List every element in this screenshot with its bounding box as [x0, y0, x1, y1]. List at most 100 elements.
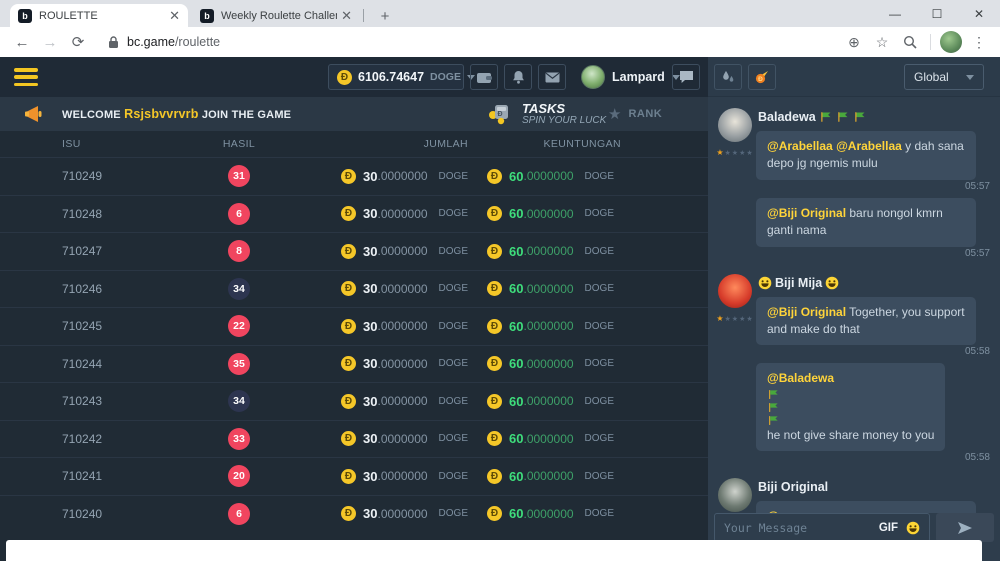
chat-username[interactable]: Biji Original: [758, 480, 992, 494]
bet-amount: Ð30.0000000DOGE: [268, 506, 476, 521]
chevron-down-icon: [966, 75, 974, 80]
chat-bubble-icon: [679, 70, 694, 84]
tab-weekly-challenge[interactable]: b Weekly Roulette Challenge - Win ✕: [192, 4, 360, 27]
browser-profile-avatar[interactable]: [940, 31, 962, 53]
laugh-emoji-icon: [825, 276, 839, 290]
chat-username[interactable]: Biji Mija: [758, 276, 992, 290]
table-row: 7102486Ð30.0000000DOGEÐ60.0000000DOGE: [0, 195, 708, 233]
extension-icon[interactable]: ⊕: [843, 31, 865, 53]
chat-sidebar: Ð Global ★★★★★ Baladewa @Arabellaa @Arabel…: [708, 57, 1000, 561]
tab-close-icon[interactable]: ✕: [169, 8, 180, 24]
table-row: 71024634Ð30.0000000DOGEÐ60.0000000DOGE: [0, 270, 708, 308]
back-icon[interactable]: ←: [10, 30, 34, 54]
chat-channel-value: Global: [914, 70, 949, 84]
doge-coin-icon: Ð: [487, 244, 502, 259]
chat-message-list[interactable]: ★★★★★Baladewa@Arabellaa @Arabellaa y dah…: [708, 98, 1000, 513]
user-menu[interactable]: Lampard: [581, 64, 680, 90]
chat-message: @Baladewa he not give share money to you: [756, 363, 945, 451]
column-header-keuntungan: KEUNTUNGAN: [476, 138, 644, 150]
doge-coin-icon: Ð: [487, 506, 502, 521]
send-message-button[interactable]: [936, 513, 994, 542]
bet-amount: Ð30.0000000DOGE: [268, 469, 476, 484]
round-id: 710249: [62, 169, 210, 183]
bet-amount: Ð30.0000000DOGE: [268, 169, 476, 184]
doge-coin-icon: Ð: [487, 394, 502, 409]
hamburger-menu-icon[interactable]: [14, 68, 38, 86]
main-column: Ð 6106.74647 DOGE Lampard: [0, 57, 708, 561]
round-id: 710245: [62, 319, 210, 333]
chat-toggle-button[interactable]: [672, 64, 700, 90]
messages-button[interactable]: [538, 64, 566, 90]
bet-history-table: ISU HASIL JUMLAH KEUNTUNGAN 71024931Ð30.…: [0, 131, 708, 561]
chat-avatar[interactable]: [718, 108, 752, 142]
round-id: 710244: [62, 357, 210, 371]
coin-drop-button[interactable]: Ð: [748, 64, 776, 90]
column-header-isu: ISU: [62, 138, 210, 150]
minimize-button[interactable]: —: [874, 0, 916, 27]
balance-currency: DOGE: [430, 71, 461, 83]
mention[interactable]: @Biji Original: [767, 206, 846, 220]
tab-title: ROULETTE: [39, 10, 165, 22]
gif-button[interactable]: GIF: [879, 522, 898, 534]
notifications-button[interactable]: [504, 64, 532, 90]
wallet-button[interactable]: [470, 64, 498, 90]
chat-message: @Biji Original Together, you support and…: [756, 297, 976, 346]
tasks-subtitle: SPIN YOUR LUCK: [522, 115, 606, 126]
emoji-picker-icon[interactable]: [906, 521, 920, 535]
table-row: 71024120Ð30.0000000DOGEÐ60.0000000DOGE: [0, 457, 708, 495]
rain-icon: [721, 70, 735, 84]
mention[interactable]: @Biji Original: [767, 305, 846, 319]
mention[interactable]: @Arabellaa: [767, 139, 833, 153]
new-tab-button[interactable]: +: [374, 5, 396, 27]
profit-amount: Ð60.0000000DOGE: [476, 244, 644, 259]
url-text: bc.game/roulette: [127, 35, 220, 49]
tab-roulette[interactable]: b ROULETTE ✕: [10, 4, 188, 27]
doge-coin-icon: Ð: [487, 431, 502, 446]
browser-tab-strip: b ROULETTE ✕ b Weekly Roulette Challenge…: [0, 0, 1000, 27]
result-number-badge: 33: [228, 428, 250, 450]
mention[interactable]: @Baladewa: [767, 371, 834, 385]
bet-amount: Ð30.0000000DOGE: [268, 206, 476, 221]
bookmark-star-icon[interactable]: ☆: [871, 31, 893, 53]
close-button[interactable]: ✕: [958, 0, 1000, 27]
browser-toolbar: ← → ⟳ bc.game/roulette ⊕ ☆ ⋮: [0, 27, 1000, 57]
table-row: 71024233Ð30.0000000DOGEÐ60.0000000DOGE: [0, 420, 708, 458]
doge-coin-icon: Ð: [341, 506, 356, 521]
chat-avatar[interactable]: [718, 274, 752, 308]
chrome-menu-icon[interactable]: ⋮: [968, 31, 990, 53]
user-rating: ★★★★★: [716, 314, 753, 323]
table-header-row: ISU HASIL JUMLAH KEUNTUNGAN: [0, 131, 708, 157]
balance-selector[interactable]: Ð 6106.74647 DOGE: [328, 64, 464, 90]
svg-text:Ð: Ð: [758, 76, 763, 83]
round-id: 710242: [62, 432, 210, 446]
chat-input[interactable]: Your Message GIF: [714, 513, 930, 542]
doge-coin-icon: Ð: [341, 469, 356, 484]
tab-close-icon[interactable]: ✕: [341, 8, 352, 24]
message-time: 05:58: [756, 346, 990, 357]
bet-amount: Ð30.0000000DOGE: [268, 431, 476, 446]
bet-amount: Ð30.0000000DOGE: [268, 244, 476, 259]
flag-emoji-icon: [836, 110, 850, 124]
mention[interactable]: @Arabellaa: [836, 139, 902, 153]
chat-channel-select[interactable]: Global: [904, 64, 984, 90]
chat-username[interactable]: Baladewa: [758, 110, 992, 124]
forward-icon[interactable]: →: [38, 30, 62, 54]
profit-amount: Ð60.0000000DOGE: [476, 319, 644, 334]
doge-coin-icon: Ð: [341, 319, 356, 334]
doge-coin-icon: Ð: [337, 70, 352, 85]
doge-coin-icon: Ð: [487, 281, 502, 296]
rank-label: RANK: [628, 108, 662, 120]
fireball-coin-icon: Ð: [754, 69, 770, 85]
rank-link[interactable]: ★ RANK: [608, 105, 662, 123]
rain-button[interactable]: [714, 64, 742, 90]
round-id: 710240: [62, 507, 210, 521]
tasks-link[interactable]: Ð TASKS SPIN YOUR LUCK: [487, 102, 606, 126]
tasks-title: TASKS: [522, 102, 606, 115]
round-id: 710247: [62, 244, 210, 258]
maximize-button[interactable]: ☐: [916, 0, 958, 27]
table-row: 7102406Ð30.0000000DOGEÐ60.0000000DOGE: [0, 495, 708, 533]
address-bar[interactable]: bc.game/roulette: [108, 35, 843, 49]
chat-avatar[interactable]: [718, 478, 752, 512]
refresh-icon[interactable]: ⟳: [66, 30, 90, 54]
search-icon[interactable]: [899, 31, 921, 53]
